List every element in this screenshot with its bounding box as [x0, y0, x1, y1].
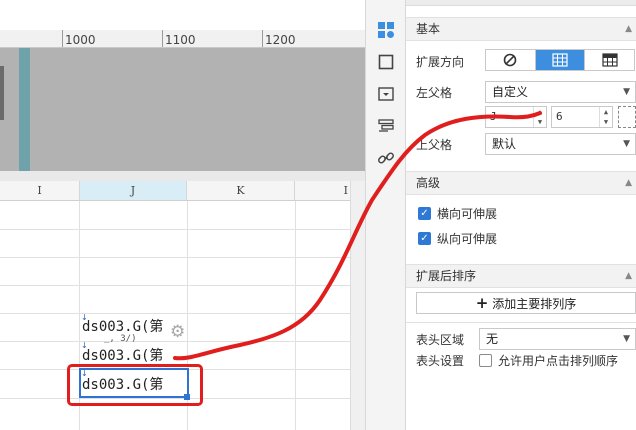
header-settings-label: 表头设置: [416, 354, 465, 368]
column-header-k[interactable]: K: [187, 181, 295, 201]
dropdown-widget-icon[interactable]: [376, 84, 396, 104]
spreadsheet-grid[interactable]: I J K I ↓ ds003.G(第 _, 3/) ⚙ ↓ ds003.G(第…: [0, 181, 350, 430]
left-parent-select[interactable]: 自定义 ▼: [485, 81, 636, 103]
vertical-scrollbar[interactable]: [350, 181, 365, 430]
ruler-major-tick: [62, 30, 63, 47]
vertical-expand-icon[interactable]: [585, 50, 635, 70]
section-basic[interactable]: 基本 ▲: [406, 17, 636, 41]
properties-panel: 基本 ▲ 扩展方向 左父格 自定义 ▼ J ▲ ▼ 6 ▲ ▼ 上父格 默认 ▼…: [406, 0, 636, 430]
section-advanced-title: 高级: [416, 176, 441, 190]
column-header-l[interactable]: I: [295, 181, 350, 201]
collapse-caret-icon[interactable]: ▲: [625, 18, 632, 40]
section-divider: [406, 322, 636, 323]
link-icon[interactable]: [376, 148, 396, 168]
left-parent-label: 左父格: [416, 86, 453, 100]
report-preview-area: [0, 48, 365, 171]
column-header-i[interactable]: I: [0, 181, 80, 201]
left-parent-column-input[interactable]: J ▲ ▼: [485, 106, 547, 128]
horizontal-expand-icon[interactable]: [535, 50, 586, 70]
grid-line: [0, 257, 350, 258]
allow-user-sort-checkbox[interactable]: 允许用户点击排列顺序: [479, 352, 618, 369]
chevron-down-icon[interactable]: ▼: [623, 329, 630, 349]
vertical-extendable-checkbox[interactable]: ✓ 纵向可伸展: [418, 230, 497, 247]
checkbox-unchecked-icon[interactable]: [479, 354, 492, 367]
border-icon[interactable]: [376, 52, 396, 72]
pick-cell-icon[interactable]: [618, 106, 636, 128]
horizontal-ruler: 1000 1100 1200: [0, 30, 365, 48]
header-area-label: 表头区域: [416, 333, 465, 347]
chevron-down-icon[interactable]: ▼: [623, 82, 630, 102]
add-sort-label: 添加主要排列序: [492, 297, 577, 311]
preview-divider: [0, 171, 365, 181]
top-parent-label: 上父格: [416, 138, 453, 152]
header-area-select[interactable]: 无 ▼: [479, 328, 636, 350]
collapse-caret-icon[interactable]: ▲: [625, 265, 632, 287]
row-spinner-icon[interactable]: ▲ ▼: [599, 107, 612, 127]
ruler-label-1100: 1100: [165, 33, 196, 47]
preview-column-bar: [19, 48, 30, 171]
gear-icon[interactable]: ⚙: [170, 322, 185, 342]
left-parent-row-input[interactable]: 6 ▲ ▼: [551, 106, 613, 128]
left-parent-row-value: 6: [556, 110, 563, 123]
section-basic-title: 基本: [416, 22, 441, 36]
vertical-extendable-label: 纵向可伸展: [437, 232, 498, 246]
add-primary-sort-button[interactable]: + 添加主要排列序: [416, 292, 636, 314]
allow-user-sort-label: 允许用户点击排列顺序: [498, 354, 619, 368]
top-parent-select[interactable]: 默认 ▼: [485, 133, 636, 155]
header-area-value: 无: [486, 332, 499, 346]
expand-direction-toggle[interactable]: [485, 49, 635, 71]
grid-line: [0, 229, 350, 230]
cell-j6-subtext: _, 3/): [104, 334, 137, 344]
panel-top-tabs: [406, 0, 636, 6]
property-category-strip: [365, 0, 406, 430]
form-icon[interactable]: [376, 116, 396, 136]
grid-line: [0, 285, 350, 286]
left-parent-column-value: J: [490, 110, 497, 123]
ruler-major-tick: [262, 30, 263, 47]
annotation-highlight-box: [67, 364, 203, 406]
cell-j6-text[interactable]: ds003.G(第: [82, 316, 163, 336]
ruler-label-1000: 1000: [65, 33, 96, 47]
preview-left-marker: [0, 66, 4, 120]
collapse-caret-icon[interactable]: ▲: [625, 172, 632, 194]
cell-j7-text[interactable]: ds003.G(第: [82, 345, 163, 365]
expand-direction-label: 扩展方向: [416, 55, 465, 69]
ruler-label-1200: 1200: [265, 33, 296, 47]
ruler-major-tick: [162, 30, 163, 47]
column-header-j[interactable]: J: [80, 181, 187, 201]
checkbox-checked-icon[interactable]: ✓: [418, 207, 431, 220]
checkbox-checked-icon[interactable]: ✓: [418, 232, 431, 245]
section-sort-after-expand[interactable]: 扩展后排序 ▲: [406, 264, 636, 288]
cell-element-icon[interactable]: [376, 20, 396, 40]
chevron-down-icon[interactable]: ▼: [623, 134, 630, 154]
no-expand-icon[interactable]: [486, 50, 536, 70]
horizontal-extendable-label: 横向可伸展: [437, 207, 498, 221]
left-parent-value: 自定义: [492, 85, 529, 99]
horizontal-extendable-checkbox[interactable]: ✓ 横向可伸展: [418, 205, 497, 222]
section-sort-title: 扩展后排序: [416, 269, 477, 283]
top-parent-value: 默认: [492, 137, 517, 151]
plus-icon: +: [475, 294, 489, 312]
section-advanced[interactable]: 高级 ▲: [406, 171, 636, 195]
toolbar-partial-icon[interactable]: [376, 0, 396, 12]
grid-line: [0, 313, 350, 314]
grid-line: [295, 201, 296, 430]
column-spinner-icon[interactable]: ▲ ▼: [533, 107, 546, 127]
